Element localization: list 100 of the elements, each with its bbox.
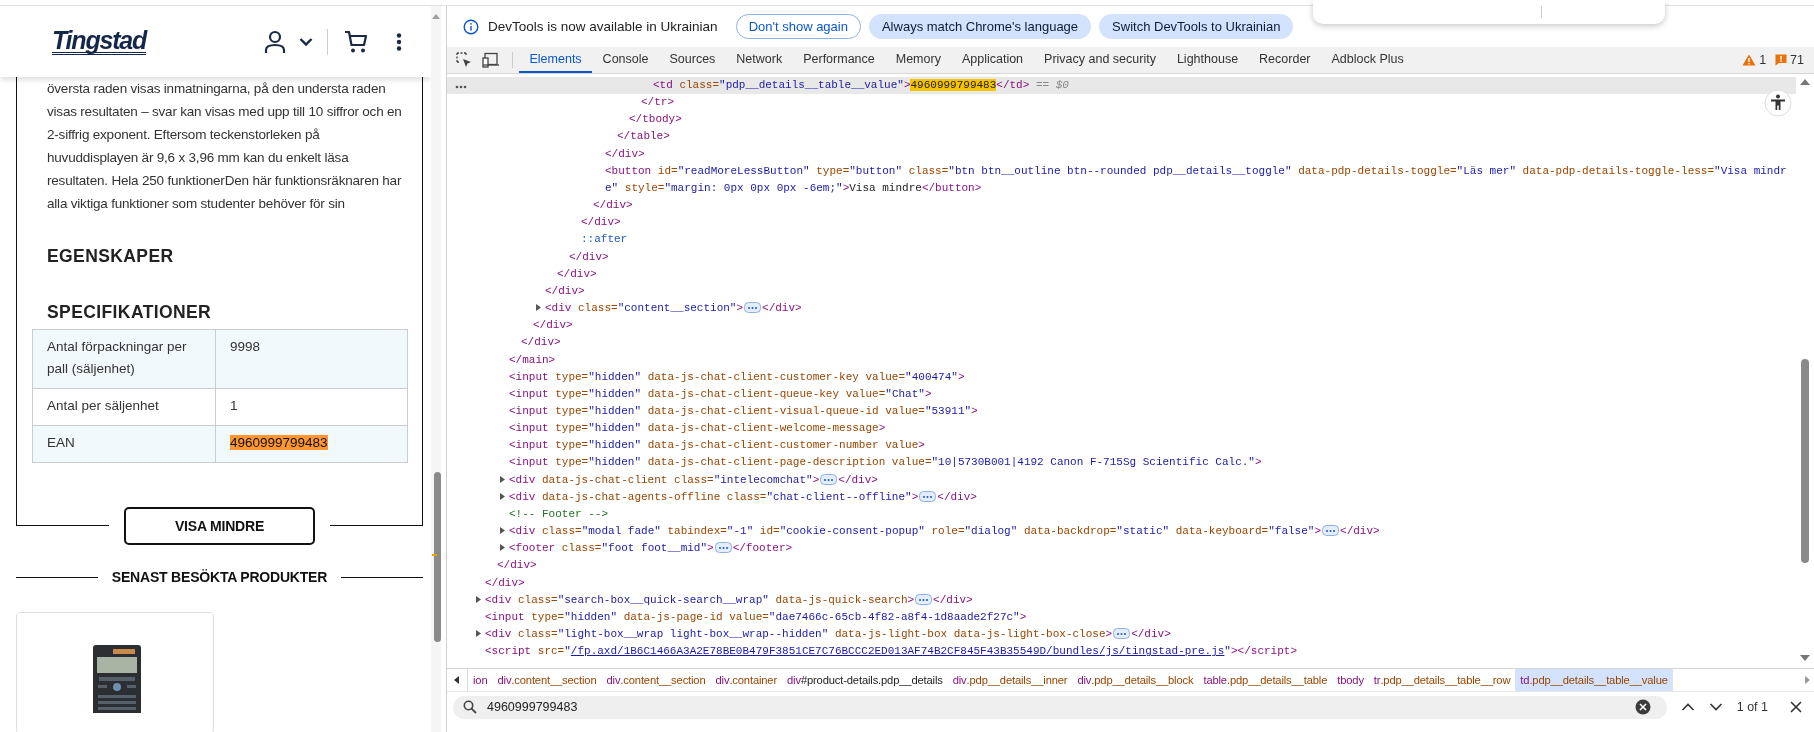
code-line[interactable]: <input type="hidden" data-js-chat-client-customer-key value="400474"> [447,368,1796,386]
user-icon[interactable] [264,29,286,54]
panel-tab[interactable]: Elements [519,47,593,73]
breadcrumb[interactable]: div.content__section [492,669,602,691]
code-line[interactable]: </div> [447,574,1796,592]
code-line[interactable]: <input type="hidden" data-js-chat-client-customer-number value> [447,437,1796,455]
inspect-icon[interactable] [456,52,472,68]
table-cell: EAN [32,425,216,463]
code-line[interactable]: </div> [447,197,1796,215]
code-line[interactable]: </div> [447,214,1796,232]
panel-tab[interactable]: Sources [659,47,726,73]
code-line[interactable]: </div> [447,145,1796,163]
panel-tab[interactable]: Privacy and security [1033,47,1167,73]
expand-button[interactable] [1322,525,1340,537]
code-line[interactable]: </table> [447,128,1796,146]
panel-tab[interactable]: Memory [885,47,952,73]
breadcrumb[interactable]: div.pdp__details__block [1072,669,1199,691]
scrollbar[interactable] [431,6,441,732]
breadcrumb[interactable]: div.pdp__details__inner [947,669,1073,691]
disclosure-triangle-icon[interactable] [499,527,506,535]
panel-tab[interactable]: Lighthouse [1166,47,1249,73]
disclosure-triangle-icon[interactable] [535,304,542,312]
disclosure-triangle-icon[interactable] [475,630,482,637]
code-line[interactable]: <input type="hidden" data-js-page-id value="dae7466c-65cb-4f82-a8f4-1d8aade2f27c"> [447,608,1796,626]
show-less-button[interactable]: VISA MINDRE [124,507,315,545]
code-line[interactable]: </div> [447,557,1796,575]
panel-tab[interactable]: Performance [792,47,886,73]
code-line[interactable]: <script src="/fp.axd/1B6C1466A3A2E78BE0B479F3851CE7C76BCCC2ED013AF74B2CF845F43B35549D/bundles/js/tingstad-pre.js"></script> [447,643,1796,661]
code-line[interactable]: </div> [447,282,1796,301]
cart-icon[interactable] [344,29,368,54]
expand-button[interactable] [1113,628,1131,639]
clear-icon[interactable] [1634,699,1651,715]
menu-icon[interactable] [396,32,402,51]
notification-button[interactable]: Always match Chrome's language [868,14,1092,39]
expand-button[interactable] [744,302,762,314]
disclosure-triangle-icon[interactable] [499,475,506,483]
table-cell: Antal förpackningar per pall (säljenhet) [32,329,216,389]
scrollbar-thumb[interactable] [1801,359,1809,563]
expand-button[interactable] [919,490,937,502]
accessibility-button[interactable] [1764,89,1792,117]
code-line[interactable]: </tr> [447,94,1796,112]
code-line[interactable]: <div data-js-chat-agents-offline class="chat-client--offline"> </div> [447,488,1796,506]
disclosure-triangle-icon[interactable] [499,544,506,552]
breadcrumb[interactable]: div.container [710,669,782,691]
breadcrumb[interactable]: div.content__section [601,669,711,691]
code-line[interactable]: <input type="hidden" data-js-chat-client-visual-queue-id value="53911"> [447,402,1796,421]
code-line[interactable]: </div> [447,317,1796,335]
warning-count[interactable]: 1 [1759,53,1767,67]
code-line[interactable]: </div> [447,248,1796,266]
search-field[interactable]: 4960999799483 [453,695,1667,719]
panel-tab[interactable]: Recorder [1248,47,1321,73]
breadcrumb[interactable]: div#product-details.pdp__details [782,669,948,691]
breadcrumb[interactable]: ion [468,669,493,691]
expand-button[interactable] [714,542,732,554]
code-line[interactable]: <button id="readMoreLessButton" type="button" class="btn btn__outline btn--rounded pdp__details__toggle" data-pdp-details-toggle="Läs mer" data-pdp-details-toggle-less="Visa mindre" style="margin: 0px 0px 0px -6em;">Visa mindre</button> [447,162,1796,198]
previous-match-icon[interactable] [1680,702,1695,712]
scroll-up-icon[interactable] [1800,78,1810,86]
code-line[interactable]: <input type="hidden" data-js-chat-client-page-description value="10|5730B001|4192 Canon F-715Sg Scientific Calc."> [447,454,1796,472]
code-line[interactable]: </main> [447,351,1796,369]
more-icon[interactable] [455,85,467,89]
panel-tab[interactable]: Adblock Plus [1321,47,1415,73]
code-line[interactable]: <div class="search-box__quick-search__wrap" data-js-quick-search> </div> [447,591,1796,609]
code-line[interactable]: <div class="modal fade" tabindex="-1" id="cookie-consent-popup" role="dialog" data-backdrop="static" data-keyboard="false"> </div> [447,523,1796,541]
code-line[interactable]: <input type="hidden" data-js-chat-client-queue-key value="Chat"> [447,385,1796,403]
scrollbar-thumb[interactable] [434,472,441,642]
code-line[interactable]: <div data-js-chat-client class="intelecomchat"> </div> [447,471,1796,489]
expand-button[interactable] [820,473,838,485]
close-icon[interactable] [1790,701,1802,713]
code-line[interactable]: <footer class="foot foot__mid"> </footer> [447,540,1796,558]
code-line[interactable]: <input type="hidden" data-js-chat-client-welcome-message> [447,420,1796,438]
next-match-icon[interactable] [1708,702,1723,712]
expand-button[interactable] [915,593,933,605]
issue-count[interactable]: 71 [1790,53,1804,67]
scroll-down-icon[interactable] [1800,654,1810,662]
panel-tab[interactable]: Network [725,47,793,73]
disclosure-triangle-icon[interactable] [475,595,482,603]
code-line[interactable]: <div class="light-box__wrap light-box__wrap--hidden" data-js-light-box data-js-light-box-close> </div> [447,626,1796,644]
breadcrumb[interactable]: td.pdp__details__table__value [1515,669,1673,691]
section-heading: SPECIFIKATIONER [47,301,213,324]
breadcrumb[interactable]: tr.pdp__details__table__row [1368,669,1516,691]
code-line[interactable]: </div> [447,265,1796,283]
disclosure-triangle-icon[interactable] [499,492,506,500]
chevron-down-icon[interactable] [299,36,313,47]
code-line[interactable]: <!-- Footer --> [447,505,1796,524]
panel-tab[interactable]: Console [592,47,659,73]
logo[interactable]: Tingstad [52,28,147,55]
code-line[interactable]: </tbody> [447,111,1796,129]
notification-button[interactable]: Don't show again [735,14,861,39]
code-line[interactable]: ::after [447,231,1796,249]
notification-button[interactable]: Switch DevTools to Ukrainian [1099,14,1294,39]
panel-tab[interactable]: Application [951,47,1034,73]
breadcrumb[interactable]: table.pdp__details__table [1198,669,1333,691]
code-line[interactable]: </div> [447,334,1796,352]
device-toolbar-icon[interactable] [482,52,500,68]
warning-icon [1742,54,1757,66]
match-count: 1 of 1 [1736,700,1768,714]
marker-dash [432,554,437,556]
product-card[interactable] [16,612,214,732]
code-line[interactable]: <div class="content__section"> </div> [447,300,1796,318]
breadcrumb[interactable]: tbody [1332,669,1369,691]
